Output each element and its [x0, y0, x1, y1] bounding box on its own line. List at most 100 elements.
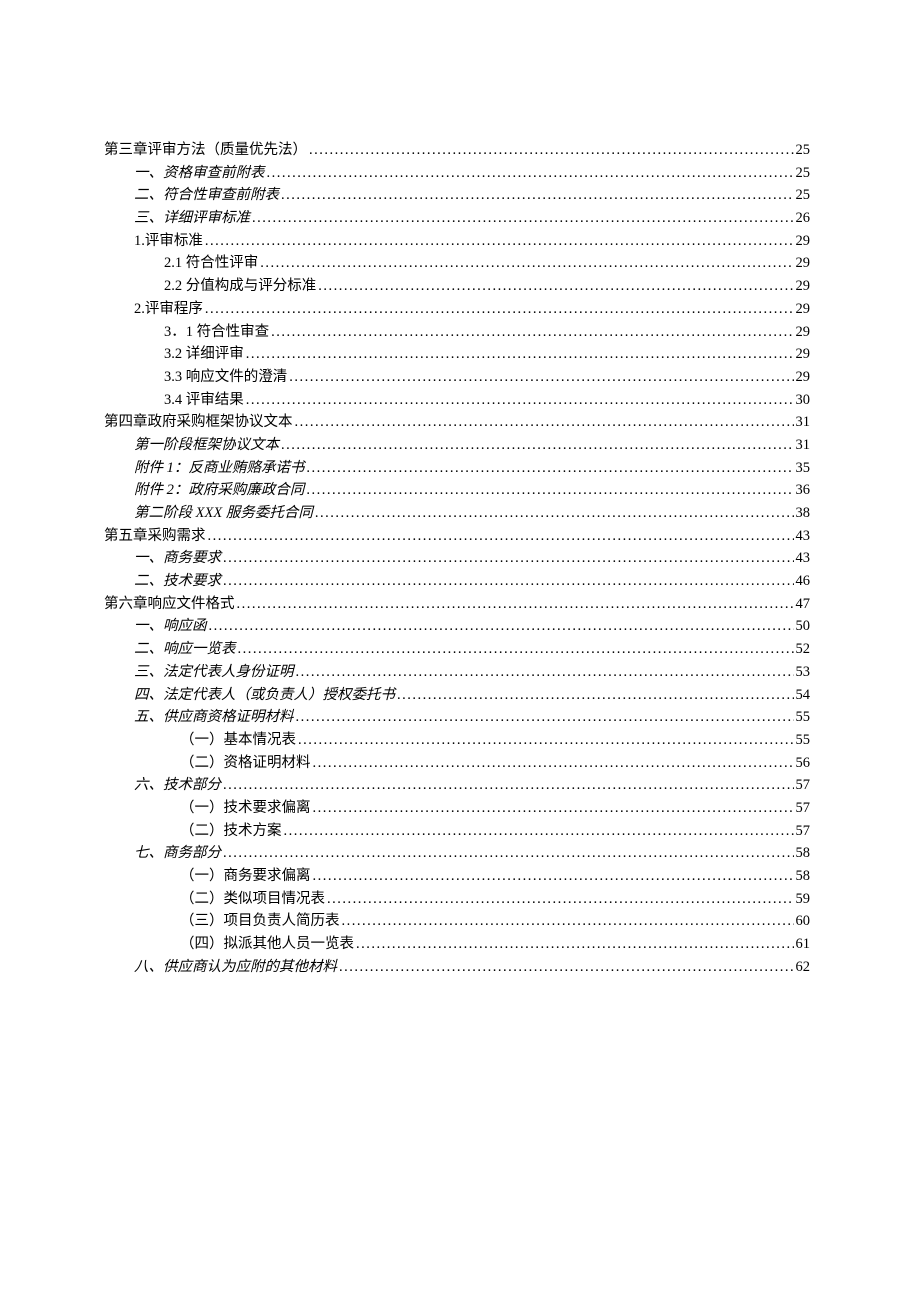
toc-entry: 附件 2：政府采购廉政合同 36: [104, 483, 810, 498]
toc-entry-page: 30: [796, 393, 811, 408]
toc-entry-title: 二、符合性审查前附表: [134, 188, 279, 203]
toc-leader-dots: [205, 302, 794, 317]
toc-leader-dots: [223, 846, 794, 861]
toc-leader-dots: [342, 914, 794, 929]
toc-entry-title: 第三章评审方法（质量优先法）: [104, 143, 307, 158]
toc-leader-dots: [208, 529, 794, 544]
toc-leader-dots: [295, 415, 794, 430]
toc-entry: 1.评审标准 29: [104, 234, 810, 249]
toc-leader-dots: [284, 824, 794, 839]
toc-leader-dots: [397, 688, 794, 703]
toc-entry-page: 31: [796, 415, 811, 430]
toc-leader-dots: [209, 619, 794, 634]
toc-entry: （一）技术要求偏离 57: [104, 801, 810, 816]
toc-entry: （二）技术方案 57: [104, 824, 810, 839]
toc-entry-title: 一、资格审查前附表: [134, 166, 265, 181]
toc-leader-dots: [327, 892, 794, 907]
toc-entry-title: 第一阶段框架协议文本: [134, 438, 279, 453]
toc-entry: 四、法定代表人（或负责人）授权委托书 54: [104, 688, 810, 703]
toc-entry-page: 43: [796, 529, 811, 544]
toc-entry-page: 46: [796, 574, 811, 589]
toc-entry: 一、商务要求 43: [104, 551, 810, 566]
toc-leader-dots: [339, 960, 794, 975]
toc-entry: 八、供应商认为应附的其他材料62: [104, 960, 810, 975]
toc-entry-page: 29: [796, 347, 811, 362]
toc-entry-title: （一）技术要求偏离: [180, 801, 311, 816]
toc-entry-title: 3.3 响应文件的澄清: [164, 370, 287, 385]
toc-entry-title: 二、响应一览表: [134, 642, 236, 657]
toc-entry: 第五章采购需求 43: [104, 529, 810, 544]
toc-leader-dots: [298, 733, 794, 748]
toc-entry: 第一阶段框架协议文本 31: [104, 438, 810, 453]
toc-entry-title: 3.4 评审结果: [164, 393, 244, 408]
toc-entry: 2.2 分值构成与评分标准29: [104, 279, 810, 294]
toc-entry: （二）类似项目情况表 59: [104, 892, 810, 907]
toc-leader-dots: [260, 256, 793, 271]
toc-entry-page: 58: [796, 869, 811, 884]
toc-entry-page: 57: [796, 778, 811, 793]
toc-entry: 一、响应函 50: [104, 619, 810, 634]
toc-entry-title: 附件 2：政府采购廉政合同: [134, 483, 304, 498]
toc-entry-title: 第二阶段 XXX 服务委托合同: [134, 506, 313, 521]
toc-entry-page: 31: [796, 438, 811, 453]
toc-entry-page: 62: [796, 960, 811, 975]
toc-leader-dots: [296, 665, 794, 680]
toc-entry: （三）项目负责人简历表 60: [104, 914, 810, 929]
toc-entry-title: 2.1 符合性评审: [164, 256, 258, 271]
toc-entry: 第二阶段 XXX 服务委托合同 38: [104, 506, 810, 521]
toc-entry: 六、技术部分57: [104, 778, 810, 793]
toc-entry-title: （四）拟派其他人员一览表: [180, 937, 354, 952]
toc-entry-title: （二）资格证明材料: [180, 756, 311, 771]
toc-entry-page: 26: [796, 211, 811, 226]
toc-leader-dots: [313, 756, 794, 771]
toc-entry-page: 55: [796, 733, 811, 748]
toc-entry-page: 52: [796, 642, 811, 657]
toc-entry-title: 四、法定代表人（或负责人）授权委托书: [134, 688, 395, 703]
toc-leader-dots: [313, 869, 794, 884]
toc-leader-dots: [252, 211, 794, 226]
toc-entry: （四）拟派其他人员一览表 61: [104, 937, 810, 952]
toc-entry-title: 一、响应函: [134, 619, 207, 634]
toc-entry-page: 57: [796, 824, 811, 839]
toc-entry: （二）资格证明材料 56: [104, 756, 810, 771]
toc-leader-dots: [306, 483, 793, 498]
toc-entry-page: 54: [796, 688, 811, 703]
toc-entry-title: 七、商务部分: [134, 846, 221, 861]
toc-entry: 三、详细评审标准26: [104, 211, 810, 226]
toc-entry-title: 一、商务要求: [134, 551, 221, 566]
toc-entry: 第六章响应文件格式 47: [104, 597, 810, 612]
toc-entry: 3.3 响应文件的澄清 29: [104, 370, 810, 385]
toc-entry: 五、供应商资格证明材料 55: [104, 710, 810, 725]
toc-entry: 第三章评审方法（质量优先法） 25: [104, 143, 810, 158]
toc-leader-dots: [205, 234, 794, 249]
toc-leader-dots: [271, 325, 793, 340]
toc-entry-title: 第六章响应文件格式: [104, 597, 235, 612]
toc-entry-title: 第五章采购需求: [104, 529, 206, 544]
toc-entry-title: 五、供应商资格证明材料: [134, 710, 294, 725]
toc-page: 第三章评审方法（质量优先法） 25 一、资格审查前附表 25 二、符合性审查前附表25 三…: [0, 0, 920, 1301]
toc-entry-page: 55: [796, 710, 811, 725]
toc-entry-page: 29: [796, 302, 811, 317]
toc-entry: 二、技术要求46: [104, 574, 810, 589]
toc-entry-page: 29: [796, 234, 811, 249]
toc-entry-page: 36: [796, 483, 811, 498]
toc-entry-page: 60: [796, 914, 811, 929]
toc-entry-page: 25: [796, 143, 811, 158]
toc-entry-title: 2.2 分值构成与评分标准: [164, 279, 316, 294]
toc-entry: 3.4 评审结果 30: [104, 393, 810, 408]
toc-entry: 2.1 符合性评审29: [104, 256, 810, 271]
toc-leader-dots: [315, 506, 794, 521]
toc-entry-page: 29: [796, 370, 811, 385]
toc-leader-dots: [267, 166, 794, 181]
toc-entry-title: 1.评审标准: [134, 234, 203, 249]
toc-entry-page: 50: [796, 619, 811, 634]
toc-entry: （一）商务要求偏离 58: [104, 869, 810, 884]
toc-leader-dots: [246, 347, 794, 362]
toc-leader-dots: [306, 461, 793, 476]
toc-leader-dots: [356, 937, 794, 952]
toc-entry: 2.评审程序 29: [104, 302, 810, 317]
toc-leader-dots: [223, 551, 794, 566]
toc-entry: 二、符合性审查前附表25: [104, 188, 810, 203]
toc-entry-page: 43: [796, 551, 811, 566]
toc-entry-page: 47: [796, 597, 811, 612]
